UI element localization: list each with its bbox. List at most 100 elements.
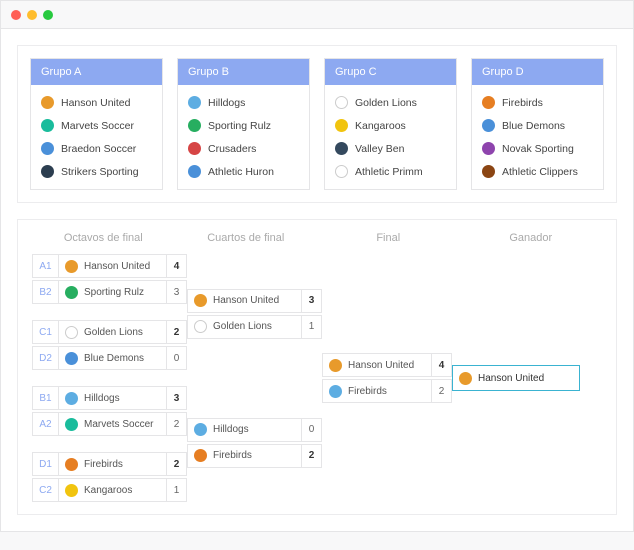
round-header-qf: Cuartos de final (175, 232, 318, 244)
team-row[interactable]: Athletic Clippers (472, 160, 603, 183)
team-badge-icon (194, 423, 207, 436)
match-team-name: Hilldogs (207, 424, 301, 435)
match-team-name: Blue Demons (78, 353, 166, 364)
team-row[interactable]: Sporting Rulz (178, 114, 309, 137)
seed-label: C1 (33, 321, 59, 343)
score-label: 3 (301, 290, 321, 312)
group-card: Grupo D FirebirdsBlue Demons Novak Sportin… (471, 58, 604, 190)
score-label: 1 (301, 316, 321, 338)
team-row[interactable]: Athletic Primm (325, 160, 456, 183)
match-team-name: Sporting Rulz (78, 287, 166, 298)
team-row[interactable]: Firebirds (472, 91, 603, 114)
round-headers: Octavos de final Cuartos de final Final … (32, 232, 602, 244)
team-badge-icon (335, 96, 348, 109)
match-row[interactable]: C1Golden Lions2 (32, 320, 187, 344)
round-header-sf: Final (317, 232, 460, 244)
score-label: 1 (166, 479, 186, 501)
minimize-icon[interactable] (27, 10, 37, 20)
match-row[interactable]: Hilldogs0 (187, 418, 322, 442)
app-window: Grupo AHanson UnitedMarvets SoccerBraedo… (0, 0, 634, 532)
match-row[interactable]: D2Blue Demons0 (32, 346, 187, 370)
match-team-name: Golden Lions (78, 327, 166, 338)
team-name: Marvets Soccer (61, 120, 134, 132)
team-badge-icon (482, 142, 495, 155)
team-badge-icon (482, 119, 495, 132)
match-team-name: Hanson United (78, 261, 166, 272)
team-row[interactable]: Athletic Huron (178, 160, 309, 183)
group-header: Grupo D (472, 59, 603, 85)
team-row[interactable]: Crusaders (178, 137, 309, 160)
team-badge-icon (482, 165, 495, 178)
score-label: 4 (166, 255, 186, 277)
team-badge-icon (188, 96, 201, 109)
team-row[interactable]: Blue Demons (472, 114, 603, 137)
match-row[interactable]: B1 Hilldogs3 (32, 386, 187, 410)
round-header-winner: Ganador (460, 232, 603, 244)
team-badge-icon (188, 165, 201, 178)
team-badge-icon (65, 326, 78, 339)
team-row[interactable]: Braedon Soccer (31, 137, 162, 160)
bracket: A1Hanson United4B2Sporting Rulz3C1Golden… (32, 254, 602, 502)
team-row[interactable]: Hilldogs (178, 91, 309, 114)
seed-label: B1 (33, 387, 59, 409)
score-label: 4 (431, 354, 451, 376)
match-row[interactable]: Firebirds2 (322, 379, 452, 403)
team-badge-icon (194, 294, 207, 307)
seed-label: D1 (33, 453, 59, 475)
winner-box[interactable]: Hanson United (452, 365, 580, 391)
team-badge-icon (41, 142, 54, 155)
team-row[interactable]: Marvets Soccer (31, 114, 162, 137)
close-icon[interactable] (11, 10, 21, 20)
match-pair: Hanson United3Golden Lions1 (187, 289, 322, 339)
score-label: 3 (166, 387, 186, 409)
col-r16: A1Hanson United4B2Sporting Rulz3C1Golden… (32, 254, 187, 502)
group-body: Hilldogs Sporting Rulz CrusadersAthletic H… (178, 85, 309, 189)
team-name: Sporting Rulz (208, 120, 271, 132)
score-label: 3 (166, 281, 186, 303)
team-row[interactable]: Kangaroos (325, 114, 456, 137)
match-row[interactable]: C2Kangaroos1 (32, 478, 187, 502)
team-row[interactable]: Strikers Sporting (31, 160, 162, 183)
match-row[interactable]: Firebirds2 (187, 444, 322, 468)
team-name: Strikers Sporting (61, 166, 139, 178)
match-team-name: Hilldogs (78, 393, 166, 404)
group-body: Hanson United Marvets Soccer Braedon Socce… (31, 85, 162, 189)
team-row[interactable]: Golden Lions (325, 91, 456, 114)
col-sf: Hanson United4Firebirds2 (322, 254, 452, 502)
seed-label: A1 (33, 255, 59, 277)
match-row[interactable]: Golden Lions1 (187, 315, 322, 339)
match-team-name: Hanson United (207, 295, 301, 306)
team-row[interactable]: Novak Sporting (472, 137, 603, 160)
round-header-r16: Octavos de final (32, 232, 175, 244)
winner-name: Hanson United (472, 373, 573, 384)
team-row[interactable]: Valley Ben (325, 137, 456, 160)
col-qf: Hanson United3Golden Lions1Hilldogs0Fire… (187, 254, 322, 502)
match-row[interactable]: Hanson United4 (322, 353, 452, 377)
team-badge-icon (65, 484, 78, 497)
match-pair: B1 Hilldogs3 A2Marvets Soccer2 (32, 386, 187, 436)
team-name: Golden Lions (355, 97, 417, 109)
team-name: Valley Ben (355, 143, 404, 155)
team-badge-icon (41, 119, 54, 132)
maximize-icon[interactable] (43, 10, 53, 20)
match-team-name: Golden Lions (207, 321, 301, 332)
match-team-name: Kangaroos (78, 485, 166, 496)
team-name: Athletic Clippers (502, 166, 578, 178)
seed-label: D2 (33, 347, 59, 369)
seed-label: B2 (33, 281, 59, 303)
match-row[interactable]: A2Marvets Soccer2 (32, 412, 187, 436)
team-name: Novak Sporting (502, 143, 574, 155)
team-row[interactable]: Hanson United (31, 91, 162, 114)
team-badge-icon (188, 142, 201, 155)
team-badge-icon (188, 119, 201, 132)
match-row[interactable]: Hanson United3 (187, 289, 322, 313)
score-label: 2 (166, 413, 186, 435)
match-row[interactable]: B2 Sporting Rulz3 (32, 280, 187, 304)
score-label: 2 (166, 453, 186, 475)
team-badge-icon (459, 372, 472, 385)
team-badge-icon (65, 458, 78, 471)
match-row[interactable]: A1 Hanson United4 (32, 254, 187, 278)
match-pair: C1Golden Lions2D2Blue Demons0 (32, 320, 187, 370)
col-winner: Hanson United (452, 254, 580, 502)
match-row[interactable]: D1Firebirds2 (32, 452, 187, 476)
